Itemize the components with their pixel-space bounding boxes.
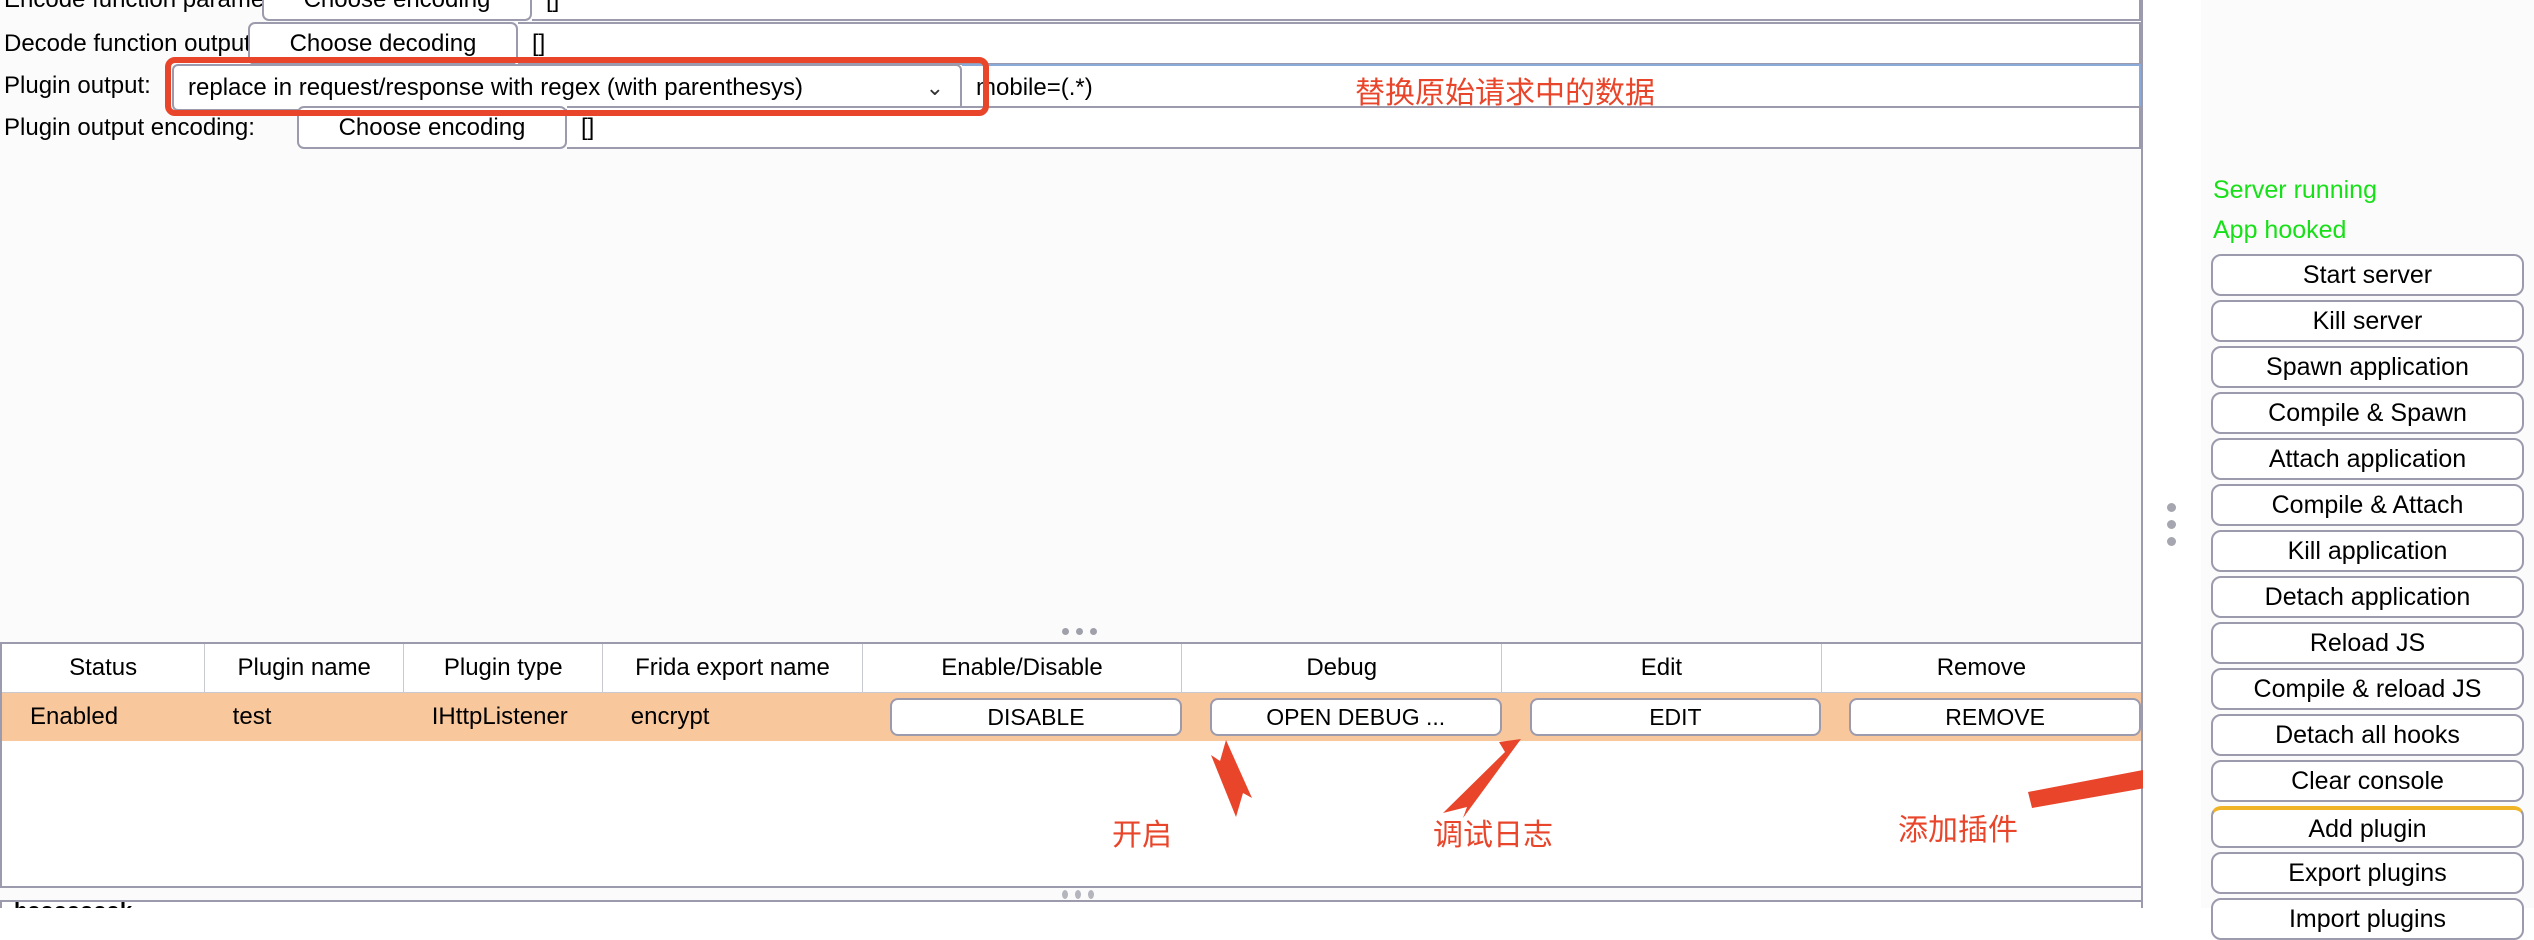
- choose-encoding-button-output[interactable]: Choose encoding: [297, 106, 567, 149]
- form-row-decode-function-output: Decode function output: Choose decoding …: [0, 22, 2141, 65]
- left-pane: Encode function parameters: Choose encod…: [0, 0, 2206, 908]
- sidebar-item-compile-and-spawn[interactable]: Compile & Spawn: [2211, 392, 2524, 434]
- table-header-row: Status Plugin name Plugin type Frida exp…: [2, 644, 2141, 693]
- sidebar-item-compile-and-reload-js[interactable]: Compile & reload JS: [2211, 668, 2524, 710]
- col-header-remove: Remove: [1821, 644, 2141, 693]
- sidebar-item-detach-application[interactable]: Detach application: [2211, 576, 2524, 618]
- sidebar-item-kill-application[interactable]: Kill application: [2211, 530, 2524, 572]
- cell-plugin-name: test: [204, 692, 404, 741]
- splitter-grip-icon: [1062, 628, 1097, 635]
- open-debug-button[interactable]: OPEN DEBUG ...: [1209, 698, 1502, 736]
- table-row[interactable]: Enabled test IHttpListener encrypt DISAB…: [2, 692, 2141, 741]
- bottom-splitter-grip-icon: [1062, 890, 1094, 899]
- sidebar-item-add-plugin[interactable]: Add plugin: [2211, 806, 2524, 848]
- form-row-plugin-output: Plugin output: replace in request/respon…: [0, 64, 2141, 111]
- app-root: Encode function parameters: Choose encod…: [0, 0, 2534, 940]
- col-header-plugin-name: Plugin name: [204, 644, 405, 693]
- col-header-debug: Debug: [1181, 644, 1503, 693]
- sidebar-item-start-server[interactable]: Start server: [2211, 254, 2524, 296]
- choose-decoding-button[interactable]: Choose decoding: [248, 22, 518, 65]
- cell-debug: OPEN DEBUG ...: [1181, 692, 1502, 741]
- cell-edit: EDIT: [1501, 692, 1822, 741]
- status-server-running: Server running: [2213, 176, 2377, 204]
- cell-frida-export-name: encrypt: [602, 692, 863, 741]
- plugin-output-select[interactable]: replace in request/response with regex (…: [172, 64, 962, 111]
- sidebar-item-kill-server[interactable]: Kill server: [2211, 300, 2524, 342]
- disable-button[interactable]: DISABLE: [890, 698, 1182, 736]
- sidebar-item-import-plugins[interactable]: Import plugins: [2211, 898, 2524, 940]
- plugins-table-container: Status Plugin name Plugin type Frida exp…: [0, 642, 2143, 888]
- remove-button[interactable]: REMOVE: [1849, 698, 2141, 736]
- plugins-table: Status Plugin name Plugin type Frida exp…: [2, 644, 2141, 741]
- plugin-output-select-value: replace in request/response with regex (…: [188, 74, 803, 101]
- form-row-encode-function-parameters: Encode function parameters: Choose encod…: [0, 0, 2141, 21]
- col-header-status: Status: [2, 644, 206, 693]
- label-decode-function-output: Decode function output:: [4, 30, 258, 57]
- vertical-splitter-grip-icon: [2167, 503, 2176, 546]
- col-header-frida-export-name: Frida export name: [602, 644, 863, 693]
- sidebar-item-clear-console[interactable]: Clear console: [2211, 760, 2524, 802]
- annotation-debug-log: 调试日志: [1433, 819, 1553, 852]
- decode-output-value[interactable]: []: [518, 22, 2141, 65]
- label-plugin-output-encoding: Plugin output encoding:: [4, 114, 255, 141]
- annotation-replace-data: 替换原始请求中的数据: [1355, 77, 1655, 110]
- choose-encoding-button-params[interactable]: Choose encoding: [262, 0, 532, 21]
- sidebar-item-compile-and-attach[interactable]: Compile & Attach: [2211, 484, 2524, 526]
- control-sidebar: Server running App hooked Start server K…: [2201, 0, 2534, 940]
- sidebar-item-spawn-application[interactable]: Spawn application: [2211, 346, 2524, 388]
- col-header-plugin-type: Plugin type: [403, 644, 604, 693]
- vertical-splitter[interactable]: [2143, 0, 2201, 908]
- col-header-edit: Edit: [1501, 644, 1822, 693]
- console-output[interactable]: hoooooook: [0, 900, 2143, 908]
- horizontal-splitter[interactable]: [0, 622, 2143, 642]
- sidebar-item-detach-all-hooks[interactable]: Detach all hooks: [2211, 714, 2524, 756]
- annotation-enable: 开启: [1112, 819, 1172, 852]
- col-header-enable-disable: Enable/Disable: [862, 644, 1183, 693]
- status-app-hooked: App hooked: [2213, 216, 2347, 244]
- chevron-down-icon: ⌄: [925, 75, 944, 100]
- form-row-plugin-output-encoding: Plugin output encoding: Choose encoding …: [0, 106, 2141, 149]
- annotation-add-plugin: 添加插件: [1898, 814, 2018, 847]
- cell-plugin-type: IHttpListener: [403, 692, 603, 741]
- bottom-splitter[interactable]: [0, 888, 2143, 900]
- edit-button[interactable]: EDIT: [1529, 698, 1822, 736]
- sidebar-item-attach-application[interactable]: Attach application: [2211, 438, 2524, 480]
- sidebar-item-export-plugins[interactable]: Export plugins: [2211, 852, 2524, 894]
- label-plugin-output: Plugin output:: [4, 72, 151, 99]
- server-status-stack: Server running App hooked: [2213, 170, 2522, 250]
- label-encode-function-parameters: Encode function parameters:: [0, 0, 311, 21]
- plugin-config-form: Encode function parameters: Choose encod…: [0, 0, 2143, 622]
- sidebar-item-reload-js[interactable]: Reload JS: [2211, 622, 2524, 664]
- cell-remove: REMOVE: [1821, 692, 2141, 741]
- plugin-output-encoding-value[interactable]: []: [567, 106, 2141, 149]
- cell-enable-disable: DISABLE: [862, 692, 1182, 741]
- encode-params-value[interactable]: []: [532, 0, 2141, 21]
- sidebar-button-list: Start server Kill server Spawn applicati…: [2211, 254, 2524, 940]
- cell-status: Enabled: [2, 692, 205, 741]
